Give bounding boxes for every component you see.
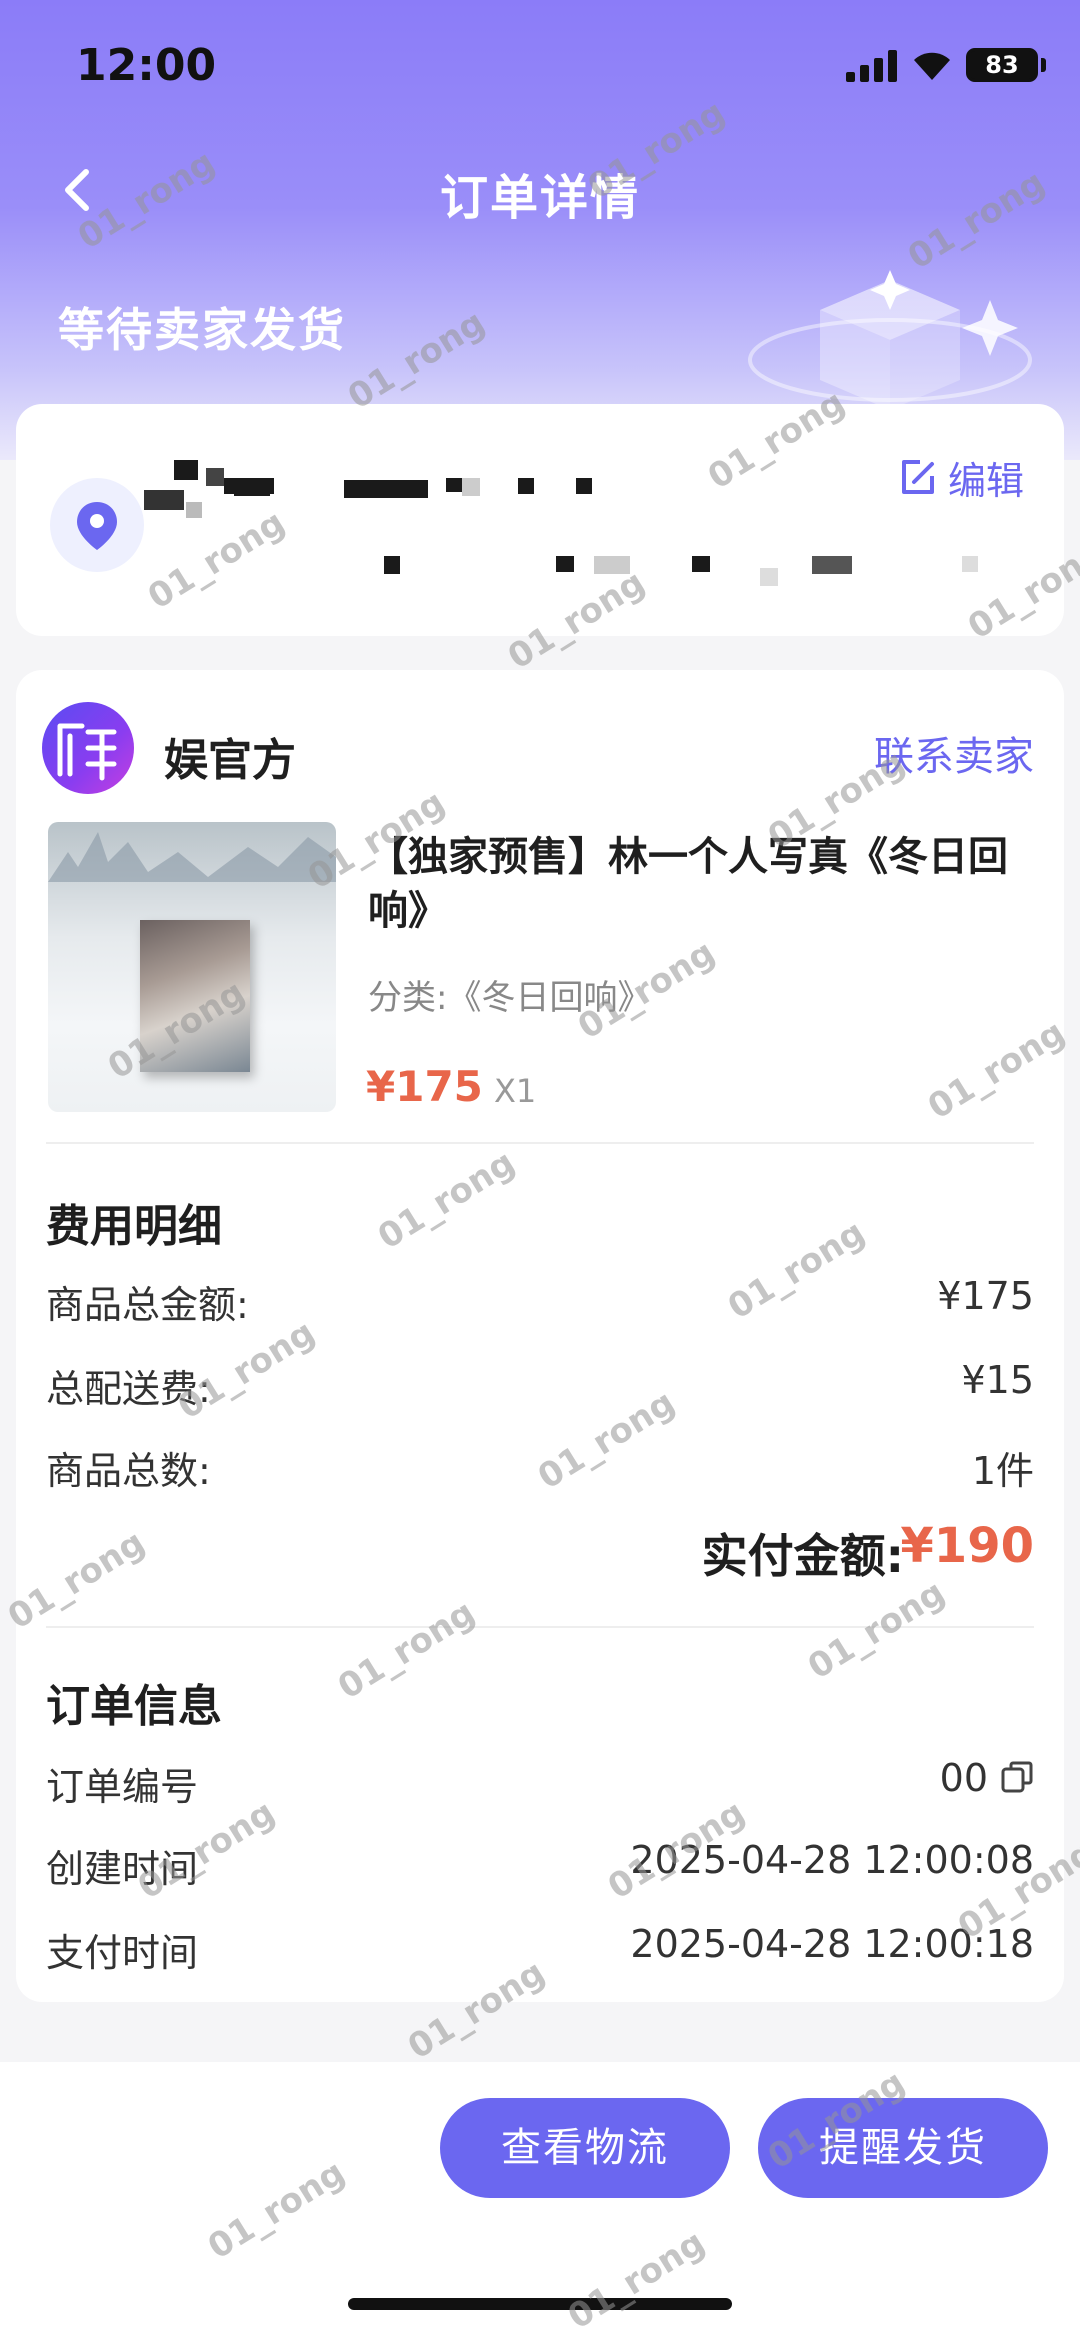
wifi-icon xyxy=(914,52,950,80)
total-paid-label: 实付金额: xyxy=(701,1529,904,1583)
product-title[interactable]: 【独家预售】林一个人写真《冬日回响》 xyxy=(368,830,1048,938)
battery-level: 83 xyxy=(985,51,1019,79)
fees-title: 费用明细 xyxy=(46,1201,222,1252)
shop-logo xyxy=(42,702,134,794)
home-indicator xyxy=(348,2298,732,2310)
order-card: 娱官方 联系卖家 【独家预售】林一个人写真《冬日回响》 分类:《冬日回响》 ¥1… xyxy=(16,670,1064,2002)
product-quantity: X1 xyxy=(494,1072,537,1110)
location-pin-icon xyxy=(50,478,144,572)
edit-icon xyxy=(901,459,934,494)
order-status-text: 等待卖家发货 xyxy=(58,303,346,357)
product-image[interactable] xyxy=(48,822,336,1112)
product-price: ¥175 xyxy=(366,1062,483,1111)
status-time: 12:00 xyxy=(76,40,217,91)
order-info-title: 订单信息 xyxy=(46,1681,222,1732)
total-paid-value: ¥190 xyxy=(900,1518,1034,1574)
fee-label-goods-total: 商品总金额: xyxy=(46,1283,249,1327)
view-logistics-button[interactable]: 查看物流 xyxy=(440,2098,730,2198)
gift-box-illustration xyxy=(748,270,1032,410)
signal-icon xyxy=(846,50,900,82)
edit-label: 编辑 xyxy=(947,459,1024,503)
status-bar: 12:00 83 xyxy=(0,0,1080,130)
copy-icon[interactable] xyxy=(1000,1760,1034,1794)
paid-time-label: 支付时间 xyxy=(46,1931,199,1975)
battery-tip xyxy=(1041,58,1046,72)
fee-value-count: 1件 xyxy=(971,1449,1034,1493)
fee-label-count: 商品总数: xyxy=(46,1449,211,1493)
order-number-value: 00 xyxy=(939,1756,988,1800)
edit-address-button[interactable]: 编辑 xyxy=(898,450,1024,505)
divider xyxy=(46,1142,1034,1144)
shop-name: 娱官方 xyxy=(164,735,296,786)
order-number-label: 订单编号 xyxy=(46,1765,199,1809)
fee-value-shipping: ¥15 xyxy=(961,1358,1034,1402)
fee-value-goods-total: ¥175 xyxy=(937,1274,1034,1318)
bottom-action-bar: 查看物流 提醒发货 xyxy=(0,2062,1080,2332)
battery-icon: 83 xyxy=(966,48,1038,82)
